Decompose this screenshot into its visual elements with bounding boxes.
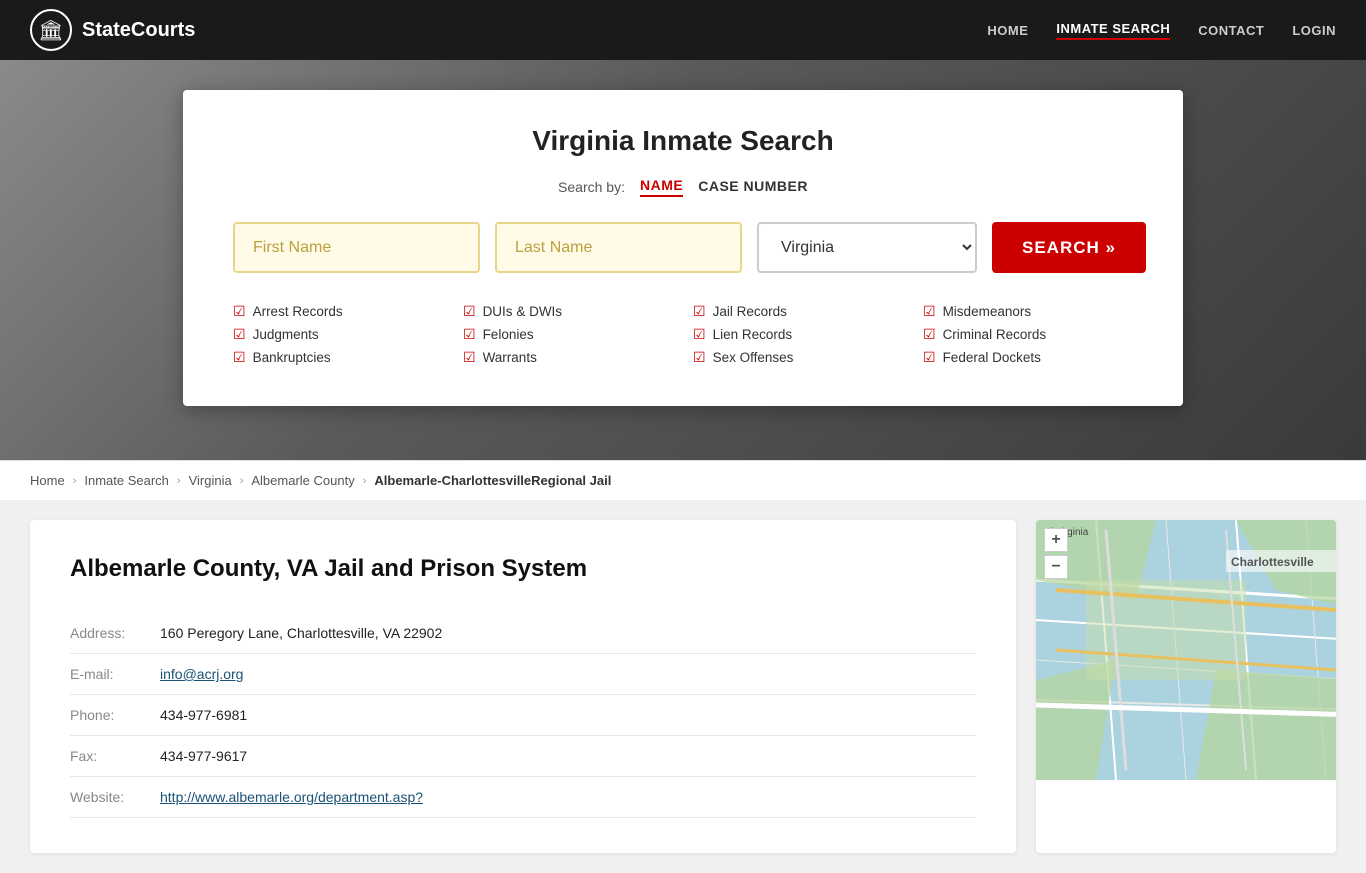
checkbox-federal-dockets: ☑ Federal Dockets <box>923 349 1133 366</box>
tab-case-number[interactable]: CASE NUMBER <box>698 178 808 196</box>
logo-text: StateCourts <box>82 19 195 42</box>
info-row-website: Website: http://www.albemarle.org/depart… <box>70 777 976 818</box>
map-zoom-out-button[interactable]: − <box>1044 555 1068 579</box>
breadcrumb-albemarle[interactable]: Albemarle County <box>251 473 354 488</box>
info-row-email: E-mail: info@acrj.org <box>70 654 976 695</box>
checkbox-label: Misdemeanors <box>943 304 1032 319</box>
check-icon: ☑ <box>233 303 246 320</box>
search-by-row: Search by: NAME CASE NUMBER <box>233 177 1133 197</box>
info-label-fax: Fax: <box>70 736 150 777</box>
nav-links: HOME INMATE SEARCH CONTACT LOGIN <box>987 21 1336 40</box>
website-link[interactable]: http://www.albemarle.org/department.asp? <box>160 789 423 805</box>
checkboxes-grid: ☑ Arrest Records ☑ DUIs & DWIs ☑ Jail Re… <box>233 298 1133 366</box>
search-card-title: Virginia Inmate Search <box>233 125 1133 157</box>
checkbox-label: DUIs & DWIs <box>483 304 563 319</box>
info-value-fax: 434-977-9617 <box>150 736 976 777</box>
map-container: Charlottesville of Virginia + − <box>1036 520 1336 853</box>
first-name-input[interactable] <box>233 222 480 273</box>
info-label-website: Website: <box>70 777 150 818</box>
check-icon: ☑ <box>693 349 706 366</box>
breadcrumb-inmate-search[interactable]: Inmate Search <box>84 473 169 488</box>
info-value-phone: 434-977-6981 <box>150 695 976 736</box>
content-card: Albemarle County, VA Jail and Prison Sys… <box>30 520 1016 853</box>
check-icon: ☑ <box>923 326 936 343</box>
main-content: Albemarle County, VA Jail and Prison Sys… <box>0 500 1366 873</box>
checkbox-misdemeanors: ☑ Misdemeanors <box>923 303 1133 320</box>
logo-area[interactable]: 🏛 StateCourts <box>30 9 195 51</box>
checkbox-sex-offenses: ☑ Sex Offenses <box>693 349 903 366</box>
breadcrumb-current: Albemarle-CharlottesvilleRegional Jail <box>374 473 611 488</box>
check-icon: ☑ <box>463 326 476 343</box>
check-icon: ☑ <box>923 349 936 366</box>
header: 🏛 StateCourts HOME INMATE SEARCH CONTACT… <box>0 0 1366 60</box>
nav-home[interactable]: HOME <box>987 23 1028 38</box>
info-row-phone: Phone: 434-977-6981 <box>70 695 976 736</box>
check-icon: ☑ <box>233 326 246 343</box>
checkbox-label: Federal Dockets <box>943 350 1041 365</box>
content-title: Albemarle County, VA Jail and Prison Sys… <box>70 555 976 583</box>
info-value-address: 160 Peregory Lane, Charlottesville, VA 2… <box>150 613 976 654</box>
info-value-email: info@acrj.org <box>150 654 976 695</box>
checkbox-lien-records: ☑ Lien Records <box>693 326 903 343</box>
breadcrumb-sep: › <box>240 475 244 487</box>
logo-icon: 🏛 <box>30 9 72 51</box>
check-icon: ☑ <box>923 303 936 320</box>
breadcrumb: Home › Inmate Search › Virginia › Albema… <box>0 460 1366 500</box>
map-visual: Charlottesville of Virginia + − <box>1036 520 1336 853</box>
checkbox-label: Jail Records <box>713 304 787 319</box>
breadcrumb-sep: › <box>177 475 181 487</box>
check-icon: ☑ <box>693 326 706 343</box>
map-zoom-in-button[interactable]: + <box>1044 528 1068 552</box>
check-icon: ☑ <box>693 303 706 320</box>
last-name-input[interactable] <box>495 222 742 273</box>
breadcrumb-sep: › <box>73 475 77 487</box>
breadcrumb-home[interactable]: Home <box>30 473 65 488</box>
checkbox-criminal-records: ☑ Criminal Records <box>923 326 1133 343</box>
info-row-address: Address: 160 Peregory Lane, Charlottesvi… <box>70 613 976 654</box>
check-icon: ☑ <box>463 349 476 366</box>
checkbox-jail-records: ☑ Jail Records <box>693 303 903 320</box>
checkbox-label: Judgments <box>253 327 319 342</box>
check-icon: ☑ <box>463 303 476 320</box>
nav-login[interactable]: LOGIN <box>1292 23 1336 38</box>
checkbox-felonies: ☑ Felonies <box>463 326 673 343</box>
checkbox-label: Lien Records <box>713 327 793 342</box>
search-inputs-row: Virginia Alabama Alaska California Flori… <box>233 222 1133 273</box>
checkbox-label: Arrest Records <box>253 304 343 319</box>
hero-section: COURTHOUSE Virginia Inmate Search Search… <box>0 60 1366 460</box>
checkbox-label: Warrants <box>483 350 537 365</box>
checkbox-judgments: ☑ Judgments <box>233 326 443 343</box>
checkbox-label: Sex Offenses <box>713 350 794 365</box>
info-row-fax: Fax: 434-977-9617 <box>70 736 976 777</box>
nav-contact[interactable]: CONTACT <box>1198 23 1264 38</box>
search-button[interactable]: SEARCH » <box>992 222 1146 273</box>
breadcrumb-virginia[interactable]: Virginia <box>189 473 232 488</box>
search-card: Virginia Inmate Search Search by: NAME C… <box>183 90 1183 406</box>
info-value-website: http://www.albemarle.org/department.asp? <box>150 777 976 818</box>
checkbox-warrants: ☑ Warrants <box>463 349 673 366</box>
info-label-address: Address: <box>70 613 150 654</box>
email-link[interactable]: info@acrj.org <box>160 666 243 682</box>
checkbox-label: Felonies <box>483 327 534 342</box>
checkbox-bankruptcies: ☑ Bankruptcies <box>233 349 443 366</box>
checkbox-duis-dwis: ☑ DUIs & DWIs <box>463 303 673 320</box>
svg-text:Charlottesville: Charlottesville <box>1231 555 1314 569</box>
tab-name[interactable]: NAME <box>640 177 683 197</box>
check-icon: ☑ <box>233 349 246 366</box>
breadcrumb-sep: › <box>363 475 367 487</box>
info-label-email: E-mail: <box>70 654 150 695</box>
state-select[interactable]: Virginia Alabama Alaska California Flori… <box>757 222 977 273</box>
search-by-label: Search by: <box>558 179 625 195</box>
checkbox-arrest-records: ☑ Arrest Records <box>233 303 443 320</box>
info-label-phone: Phone: <box>70 695 150 736</box>
nav-inmate-search[interactable]: INMATE SEARCH <box>1056 21 1170 40</box>
checkbox-label: Bankruptcies <box>253 350 331 365</box>
checkbox-label: Criminal Records <box>943 327 1047 342</box>
map-svg: Charlottesville of Virginia <box>1036 520 1336 780</box>
info-table: Address: 160 Peregory Lane, Charlottesvi… <box>70 613 976 818</box>
